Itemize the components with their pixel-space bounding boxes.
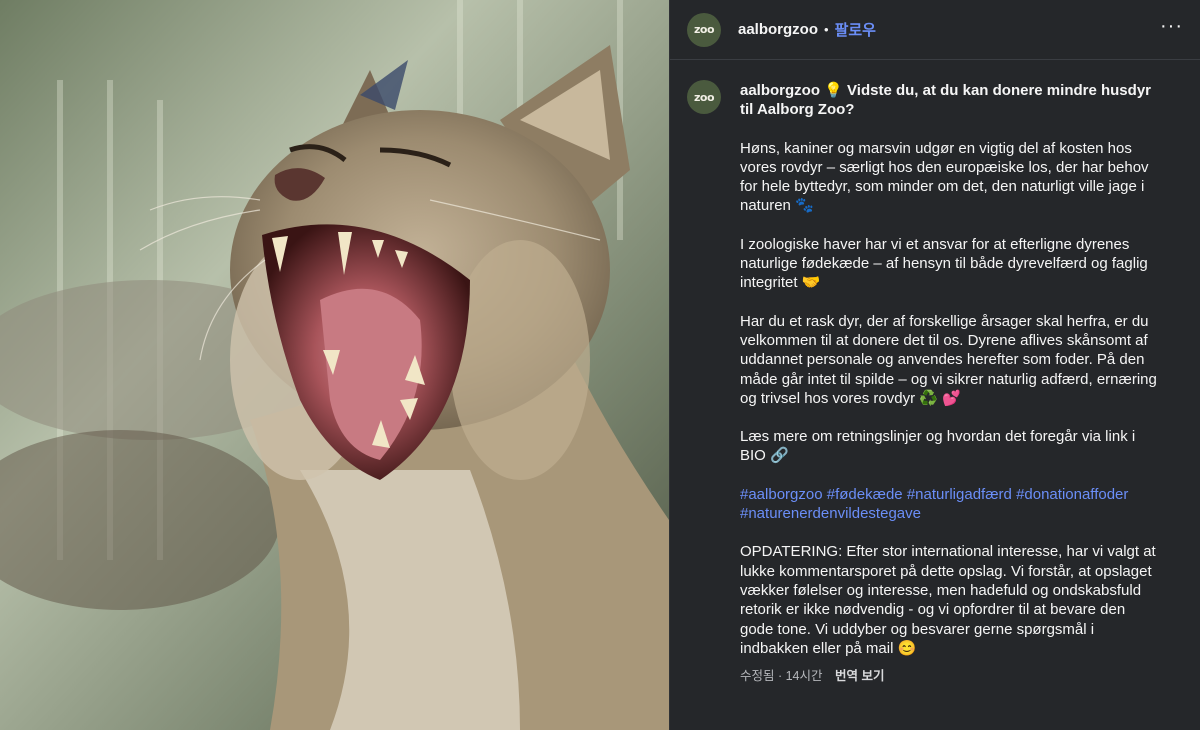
lightbulb-icon: 💡 (824, 81, 843, 99)
follow-button[interactable]: 팔로우 (835, 19, 876, 40)
post-meta: 수정됨 · 14시간 번역 보기 (740, 667, 1160, 686)
post-photo[interactable] (0, 0, 669, 730)
caption-paragraph-1: Høns, kaniner og marsvin udgør en vigtig… (740, 139, 1149, 215)
post-caption: aalborgzoo 💡 Vidste du, at du kan donere… (740, 81, 1160, 686)
separator-dot: • (824, 22, 829, 37)
hashtag-list: #aalborgzoo #fødekæde #naturligadfærd #d… (740, 485, 1160, 524)
caption-username-link[interactable]: aalborgzoo (740, 82, 820, 99)
caption-paragraph-3: Har du et rask dyr, der af forskellige å… (740, 312, 1157, 407)
hashtag-link[interactable]: #naturligadfærd (907, 486, 1012, 503)
avatar[interactable]: zoo (687, 80, 721, 114)
see-translation-button[interactable]: 번역 보기 (835, 669, 884, 683)
caption-update-note: OPDATERING: Efter stor international int… (740, 543, 1156, 657)
caption-paragraph-2: I zoologiske haver har vi et ansvar for … (740, 235, 1148, 292)
hashtag-link[interactable]: #naturenerdenvildestegave (740, 505, 921, 522)
caption-row: zoo aalborgzoo 💡 Vidste du, at du kan do… (670, 60, 1200, 686)
hashtag-link[interactable]: #fødekæde (827, 486, 903, 503)
avatar[interactable]: zoo (687, 12, 721, 47)
caption-paragraph-4: Læs mere om retningslinjer og hvordan de… (740, 428, 1136, 465)
more-options-icon[interactable]: ··· (1160, 16, 1183, 44)
edited-timestamp: 수정됨 · 14시간 (740, 669, 823, 684)
post-side-panel: zoo aalborgzoo • 팔로우 ··· zoo aalborgzoo … (669, 0, 1200, 730)
post-header: zoo aalborgzoo • 팔로우 ··· (670, 0, 1200, 60)
username-link[interactable]: aalborgzoo (738, 21, 818, 38)
hashtag-link[interactable]: #aalborgzoo (740, 486, 823, 503)
caption-title: aalborgzoo 💡 Vidste du, at du kan donere… (740, 81, 1160, 120)
lynx-photo (0, 0, 669, 730)
hashtag-link[interactable]: #donationaffoder (1016, 486, 1128, 503)
